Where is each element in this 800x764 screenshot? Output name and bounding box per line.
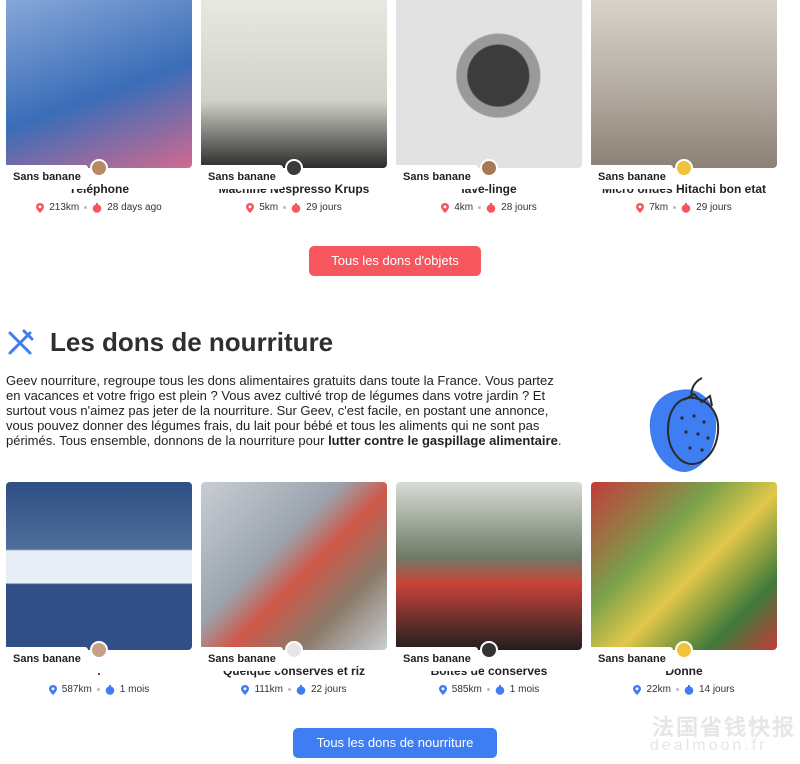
location-pin-icon (48, 684, 57, 695)
clock-icon (495, 684, 505, 695)
avatar[interactable] (285, 159, 303, 177)
no-banana-badge: Sans banane (591, 165, 673, 189)
clock-icon (684, 684, 694, 695)
food-photo (396, 482, 582, 650)
object-photo (591, 0, 777, 168)
no-banana-badge: Sans banane (6, 165, 88, 189)
avatar[interactable] (675, 641, 693, 659)
distance: 213km (49, 202, 80, 213)
food-photo (6, 482, 192, 650)
avatar[interactable] (480, 641, 498, 659)
separator-dot (84, 206, 88, 209)
description-end: . (557, 433, 562, 448)
object-card[interactable]: Sans banane lave-linge 4km 28 jours (396, 0, 582, 213)
food-section-header: Les dons de nourriture (6, 327, 333, 358)
distance: 587km (61, 684, 92, 695)
separator-dot (283, 206, 287, 209)
age: 1 mois (509, 684, 540, 695)
distance: 7km (649, 202, 669, 213)
distance: 585km (451, 684, 482, 695)
age: 22 jours (310, 684, 347, 695)
section-title: Les dons de nourriture (50, 327, 334, 357)
separator-dot (486, 688, 490, 691)
food-meta: 585km 1 mois (396, 684, 582, 695)
location-pin-icon (441, 202, 450, 213)
food-photo (591, 482, 777, 650)
avatar[interactable] (285, 641, 303, 659)
avatar[interactable] (90, 641, 108, 659)
food-card[interactable]: Sans banane Donne 22km 14 jours (591, 482, 777, 695)
separator-dot (478, 206, 482, 209)
food-meta: 111km 22 jours (201, 684, 387, 695)
cutlery-icon (8, 329, 34, 354)
food-card[interactable]: Sans banane Boîtes de conserves 585km 1 … (396, 482, 582, 695)
food-photo (201, 482, 387, 650)
separator-dot (673, 206, 677, 209)
all-object-donations-button[interactable]: Tous les dons d'objets (309, 246, 481, 276)
separator-dot (287, 688, 291, 691)
object-meta: 7km 29 jours (591, 202, 777, 213)
object-photo (201, 0, 387, 168)
distance: 22km (646, 684, 671, 695)
age: 14 jours (698, 684, 735, 695)
strawberry-illustration (649, 377, 720, 472)
object-meta: 4km 28 jours (396, 202, 582, 213)
food-meta: 587km 1 mois (6, 684, 192, 695)
age: 28 jours (501, 202, 537, 213)
age: 1 mois (119, 684, 150, 695)
clock-icon (296, 684, 306, 695)
object-card[interactable]: Sans banane Téléphone 213km 28 days ago (6, 0, 192, 213)
age: 29 jours (306, 202, 342, 213)
food-description: Geev nourriture, regroupe tous les dons … (6, 373, 566, 448)
distance: 5km (259, 202, 279, 213)
no-banana-badge: Sans banane (396, 647, 478, 671)
clock-icon (92, 202, 102, 213)
distance: 4km (454, 202, 474, 213)
clock-icon (486, 202, 496, 213)
separator-dot (675, 688, 679, 691)
clock-icon (681, 202, 691, 213)
no-banana-badge: Sans banane (396, 165, 478, 189)
avatar[interactable] (90, 159, 108, 177)
separator-dot (96, 688, 100, 691)
food-card[interactable]: Sans banane Quelque conserves et riz 111… (201, 482, 387, 695)
object-card[interactable]: Sans banane Machine Nespresso Krups 5km … (201, 0, 387, 213)
object-meta: 5km 29 jours (201, 202, 387, 213)
food-grid: Sans banane . 587km 1 mois Sans banane Q… (6, 482, 777, 695)
object-photo (6, 0, 192, 168)
no-banana-badge: Sans banane (201, 165, 283, 189)
age: 28 days ago (107, 202, 162, 213)
location-pin-icon (636, 202, 645, 213)
location-pin-icon (438, 684, 447, 695)
location-pin-icon (633, 684, 642, 695)
food-meta: 22km 14 jours (591, 684, 777, 695)
location-pin-icon (241, 684, 250, 695)
object-meta: 213km 28 days ago (6, 202, 192, 213)
clock-icon (291, 202, 301, 213)
avatar[interactable] (480, 159, 498, 177)
age: 29 jours (696, 202, 732, 213)
clock-icon (105, 684, 115, 695)
description-bold: lutter contre le gaspillage alimentaire (328, 433, 558, 448)
avatar[interactable] (675, 159, 693, 177)
distance: 111km (254, 684, 283, 695)
no-banana-badge: Sans banane (591, 647, 673, 671)
location-pin-icon (246, 202, 255, 213)
food-card[interactable]: Sans banane . 587km 1 mois (6, 482, 192, 695)
no-banana-badge: Sans banane (201, 647, 283, 671)
all-food-donations-button[interactable]: Tous les dons de nourriture (293, 728, 497, 758)
watermark-url: dealmoon.fr (650, 737, 768, 754)
object-photo (396, 0, 582, 168)
objects-grid: Sans banane Téléphone 213km 28 days ago … (6, 0, 777, 213)
no-banana-badge: Sans banane (6, 647, 88, 671)
location-pin-icon (36, 202, 45, 213)
object-card[interactable]: Sans banane Micro ondes Hitachi bon etat… (591, 0, 777, 213)
